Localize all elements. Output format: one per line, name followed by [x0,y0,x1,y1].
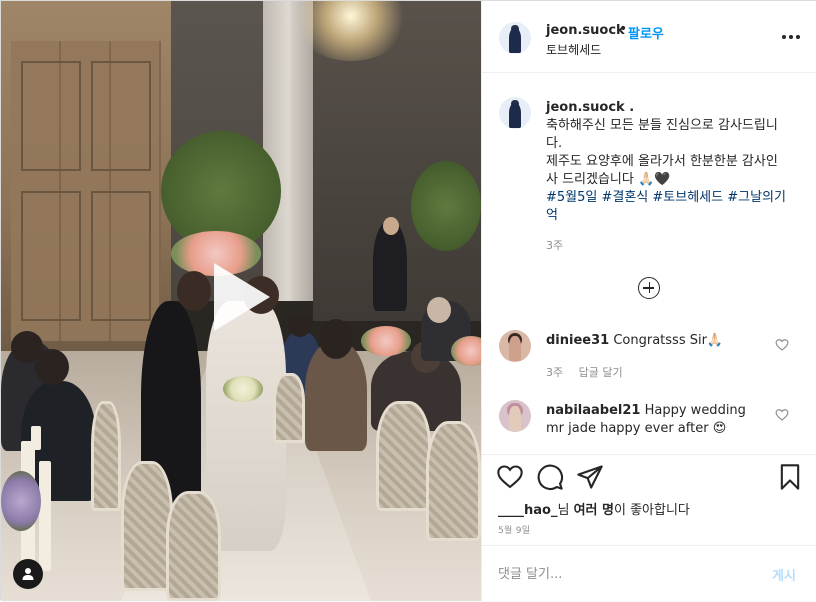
commenter-username[interactable]: nabilaabel21 [546,403,640,418]
liker-username[interactable]: ____hao_ [498,503,557,518]
post-date: 5월 9일 [498,526,531,536]
caption-author-username[interactable]: jeon.suock . [546,100,634,115]
follow-button[interactable]: 팔로우 [628,23,664,42]
caption-line-2: 제주도 요양후에 올라가서 한분한분 감사인사 드리겠습니다 🙏🏻🖤 [546,154,778,187]
reply-button[interactable]: 답글 달기 [579,366,623,379]
comment-like-heart-icon[interactable] [775,408,789,422]
commenter-username[interactable]: diniee31 [546,333,609,348]
comment-content: Congratsss Sir🙏🏻 [613,333,724,348]
header-separator: • [619,21,628,37]
comment-like-heart-icon[interactable] [775,338,789,352]
user-tag-icon [22,568,34,580]
plus-circle-icon[interactable] [638,277,660,299]
caption-author-avatar[interactable] [499,97,531,129]
post-actions: ____hao_님 여러 명이 좋아합니다 5월 9일 게시 [482,454,816,601]
play-button[interactable] [206,259,276,335]
post-header: jeon.suock • 팔로우 토브헤세드 [482,1,816,73]
user-tag-button[interactable] [13,559,43,589]
caption-text: jeon.suock . 축하해주신 모든 분들 진심으로 감사드립니다. 제주… [546,99,786,225]
comment-timestamp: 3주 [546,366,564,379]
comment-meta: 3주 답글 달기 [546,364,623,380]
comments-section[interactable]: jeon.suock . 축하해주신 모든 분들 진심으로 감사드립니다. 제주… [482,74,816,454]
location-link[interactable]: 토브헤세드 [546,41,601,58]
likes-suffix-1: 님 [557,503,570,518]
paper-plane-icon[interactable] [576,463,604,491]
caption-hashtags[interactable]: #5월5일 #결혼식 #토브헤세드 #그날의기억 [546,189,786,225]
comment-item: nabilaabel21 Happy wedding mr jade happy… [482,400,816,454]
bookmark-icon[interactable] [776,463,804,491]
comment-input[interactable] [498,564,748,584]
comment-text: nabilaabel21 Happy wedding mr jade happy… [546,402,766,438]
comment-item: diniee31 Congratsss Sir🙏🏻 3주 답글 달기 [482,330,816,390]
post-dialog: jeon.suock • 팔로우 토브헤세드 jeon.suock . 축하해주… [0,0,816,601]
author-username[interactable]: jeon.suock [546,23,625,38]
post-comment-button[interactable]: 게시 [772,565,796,584]
play-icon [214,263,270,331]
add-comment-bar: 게시 [482,545,816,602]
more-options-icon[interactable] [782,29,802,45]
likes-suffix-2: 이 좋아합니다 [613,503,690,518]
commenter-avatar[interactable] [499,400,531,432]
commenter-avatar[interactable] [499,330,531,362]
post-side-panel: jeon.suock • 팔로우 토브헤세드 jeon.suock . 축하해주… [481,1,816,601]
heart-icon[interactable] [496,463,524,491]
caption-timestamp: 3주 [546,239,564,252]
likes-others-link[interactable]: 여러 명 [574,503,614,518]
author-avatar[interactable] [499,22,531,54]
likes-summary: ____hao_님 여러 명이 좋아합니다 [498,499,690,518]
comment-bubble-icon[interactable] [536,463,564,491]
video-player[interactable] [1,1,481,601]
comment-text: diniee31 Congratsss Sir🙏🏻 [546,332,766,350]
caption-line-1: 축하해주신 모든 분들 진심으로 감사드립니다. [546,118,778,151]
